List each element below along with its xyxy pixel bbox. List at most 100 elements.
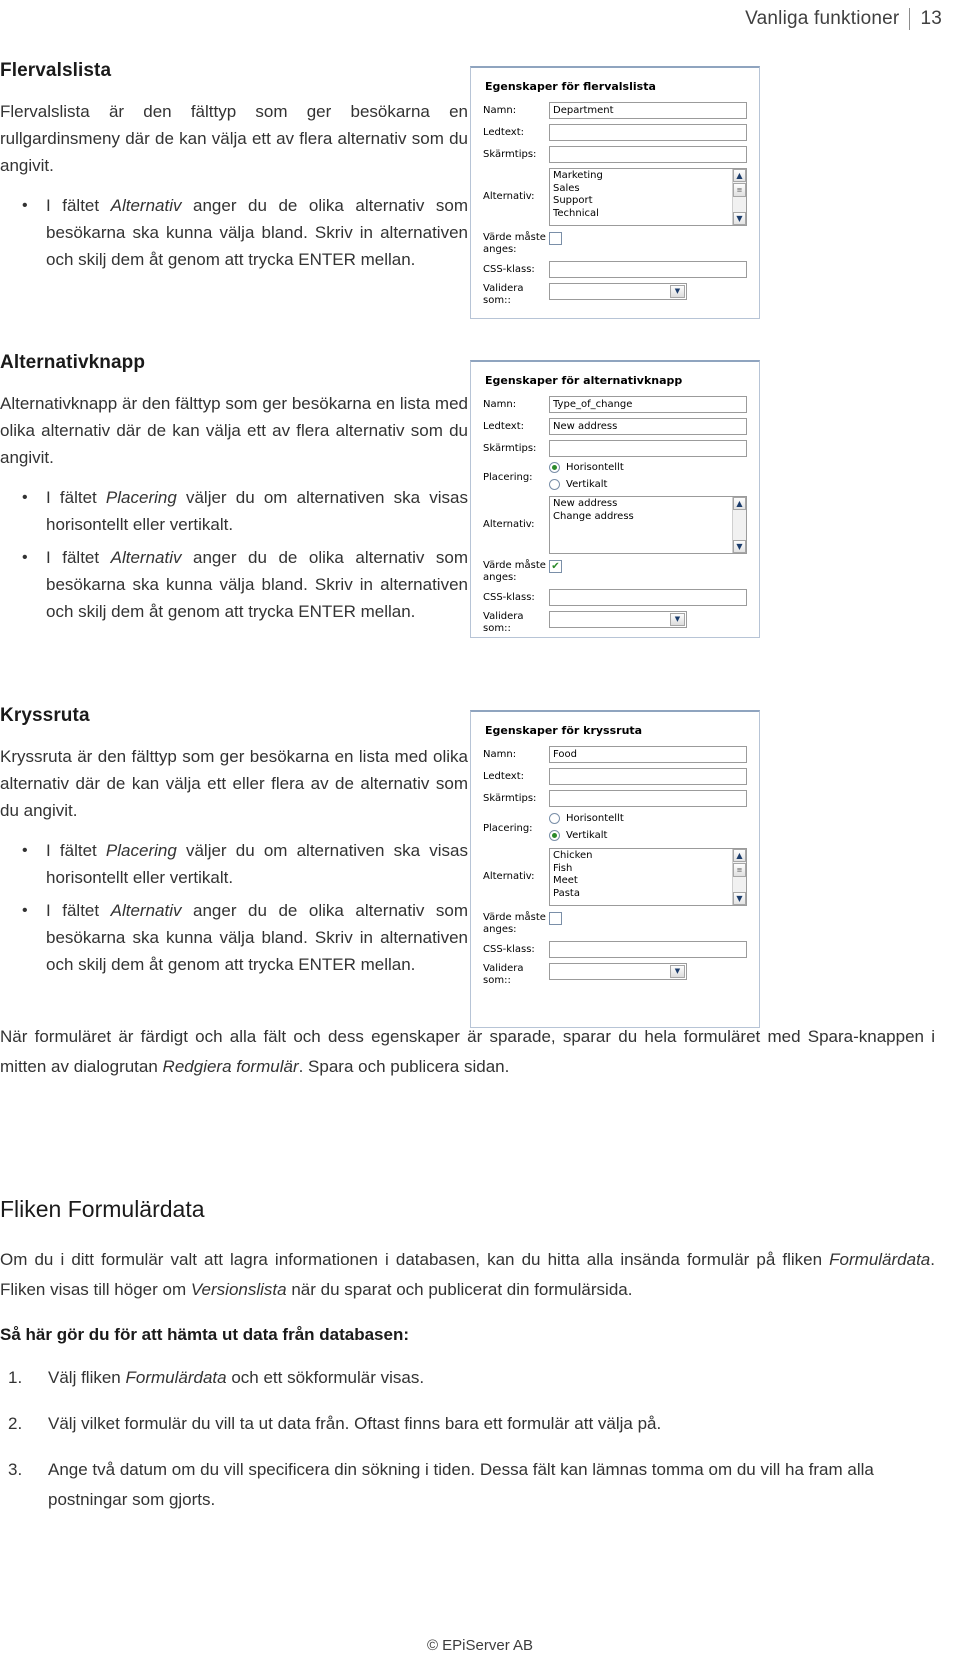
label-skarmtips: Skärmtips: [483, 443, 537, 454]
alternativ-listbox[interactable]: New address Change address ▲ ▼ [549, 496, 747, 554]
section-intro-flervalslista: Flervalslista är den fälttyp som ger bes… [0, 102, 468, 175]
skarmtips-input[interactable] [549, 790, 747, 807]
label-namn: Namn: [483, 105, 517, 116]
field-row-placering: Placering: Horisontellt Vertikalt [483, 462, 747, 490]
css-klass-input[interactable] [549, 941, 747, 958]
listbox-scrollbar[interactable]: ▲ ≡ ▼ [732, 169, 746, 225]
closing-paragraph-block: När formuläret är färdigt och alla fält … [0, 1022, 935, 1095]
skarmtips-input[interactable] [549, 440, 747, 457]
dialog-title: Egenskaper för flervalslista [485, 80, 656, 93]
field-row-ledtext: Ledtext: [483, 418, 747, 435]
list-item: I fältet Placering väljer du om alternat… [0, 837, 468, 891]
scrollbar-track[interactable] [733, 510, 746, 540]
header-divider [909, 8, 911, 30]
chevron-down-icon[interactable]: ▼ [670, 285, 685, 298]
radio-option-horisontellt[interactable]: Horisontellt [549, 462, 747, 473]
placering-radio-group[interactable]: Horisontellt Vertikalt [549, 462, 747, 490]
field-row-alternativ: Alternativ: Marketing Sales Support Tech… [483, 168, 747, 226]
dialog-flervalslista-properties: Egenskaper för flervalslista Namn: Ledte… [470, 66, 760, 319]
label-varde-maste-anges: Värde måste anges: [483, 912, 546, 935]
css-klass-input[interactable] [549, 589, 747, 606]
namn-input[interactable] [549, 746, 747, 763]
alternativ-listbox[interactable]: Marketing Sales Support Technical ▲ ≡ ▼ [549, 168, 747, 226]
section-title-alternativknapp: Alternativknapp [0, 352, 146, 373]
list-item[interactable]: Sales [553, 183, 743, 196]
field-row-namn: Namn: [483, 746, 747, 763]
ledtext-input[interactable] [549, 124, 747, 141]
radio-option-vertikalt[interactable]: Vertikalt [549, 830, 747, 841]
label-ledtext: Ledtext: [483, 127, 525, 138]
chevron-down-icon[interactable]: ▼ [670, 965, 685, 978]
radio-icon[interactable] [549, 462, 560, 473]
list-item: I fältet Alternativ anger du de olika al… [0, 897, 468, 978]
list-item[interactable]: Pasta [553, 888, 743, 901]
radio-label: Horisontellt [566, 813, 624, 824]
field-row-ledtext: Ledtext: [483, 768, 747, 785]
namn-input[interactable] [549, 396, 747, 413]
listbox-scrollbar[interactable]: ▲ ▼ [732, 497, 746, 553]
skarmtips-input[interactable] [549, 146, 747, 163]
chevron-down-icon[interactable]: ▼ [670, 613, 685, 626]
dialog-kryssruta-properties: Egenskaper för kryssruta Namn: Ledtext: … [470, 710, 760, 1028]
list-item[interactable]: Change address [553, 511, 743, 524]
field-row-validera-som: Validera som:: ▼ [483, 963, 747, 987]
listbox-scrollbar[interactable]: ▲ ≡ ▼ [732, 849, 746, 905]
validera-som-select[interactable]: ▼ [549, 963, 687, 980]
field-row-css-klass: CSS-klass: [483, 589, 747, 606]
varde-maste-anges-checkbox[interactable] [549, 232, 562, 245]
scroll-up-icon[interactable]: ▲ [733, 497, 746, 510]
section-intro-kryssruta: Kryssruta är den fälttyp som ger besökar… [0, 747, 468, 820]
placering-radio-group[interactable]: Horisontellt Vertikalt [549, 813, 747, 841]
label-ledtext: Ledtext: [483, 421, 525, 432]
scroll-up-icon[interactable]: ▲ [733, 849, 746, 862]
varde-maste-anges-checkbox[interactable] [549, 560, 562, 573]
list-item[interactable]: Chicken [553, 850, 743, 863]
ledtext-input[interactable] [549, 418, 747, 435]
label-alternativ: Alternativ: [483, 519, 535, 530]
list-item[interactable]: Meet [553, 875, 743, 888]
list-item[interactable]: Marketing [553, 170, 743, 183]
scrollbar-track[interactable] [733, 198, 746, 212]
scroll-down-icon[interactable]: ▼ [733, 540, 746, 553]
label-validera-som: Validera som:: [483, 283, 524, 306]
label-skarmtips: Skärmtips: [483, 793, 537, 804]
list-item: I fältet Alternativ anger du de olika al… [0, 192, 468, 273]
section-title-kryssruta: Kryssruta [0, 705, 90, 726]
radio-label: Vertikalt [566, 479, 608, 490]
list-item[interactable]: Technical [553, 208, 743, 221]
radio-icon[interactable] [549, 479, 560, 490]
radio-option-vertikalt[interactable]: Vertikalt [549, 479, 747, 490]
page-header: Vanliga funktioner 13 [745, 8, 942, 30]
field-row-ledtext: Ledtext: [483, 124, 747, 141]
radio-icon[interactable] [549, 813, 560, 824]
alternativ-listbox[interactable]: Chicken Fish Meet Pasta ▲ ≡ ▼ [549, 848, 747, 906]
list-item[interactable]: Fish [553, 863, 743, 876]
label-validera-som: Validera som:: [483, 963, 524, 986]
css-klass-input[interactable] [549, 261, 747, 278]
ledtext-input[interactable] [549, 768, 747, 785]
radio-icon[interactable] [549, 830, 560, 841]
scrollbar-track[interactable] [733, 878, 746, 892]
label-placering: Placering: [483, 823, 533, 834]
scroll-up-icon[interactable]: ▲ [733, 169, 746, 182]
radio-option-horisontellt[interactable]: Horisontellt [549, 813, 747, 824]
field-row-alternativ: Alternativ: New address Change address ▲… [483, 496, 747, 554]
list-item[interactable]: New address [553, 498, 743, 511]
scroll-down-icon[interactable]: ▼ [733, 212, 746, 225]
namn-input[interactable] [549, 102, 747, 119]
alternativ-items: New address Change address [550, 497, 746, 524]
field-row-placering: Placering: Horisontellt Vertikalt [483, 813, 747, 841]
list-item[interactable]: Support [553, 195, 743, 208]
radio-label: Horisontellt [566, 462, 624, 473]
field-row-validera-som: Validera som:: ▼ [483, 611, 747, 635]
field-row-css-klass: CSS-klass: [483, 941, 747, 958]
scroll-down-icon[interactable]: ▼ [733, 892, 746, 905]
scrollbar-thumb[interactable]: ≡ [733, 183, 746, 197]
scrollbar-thumb[interactable]: ≡ [733, 863, 746, 877]
section-formulardata: Fliken Formulärdata Om du i ditt formulä… [0, 1196, 935, 1531]
varde-maste-anges-checkbox[interactable] [549, 912, 562, 925]
label-alternativ: Alternativ: [483, 871, 535, 882]
radio-label: Vertikalt [566, 830, 608, 841]
validera-som-select[interactable]: ▼ [549, 611, 687, 628]
validera-som-select[interactable]: ▼ [549, 283, 687, 300]
